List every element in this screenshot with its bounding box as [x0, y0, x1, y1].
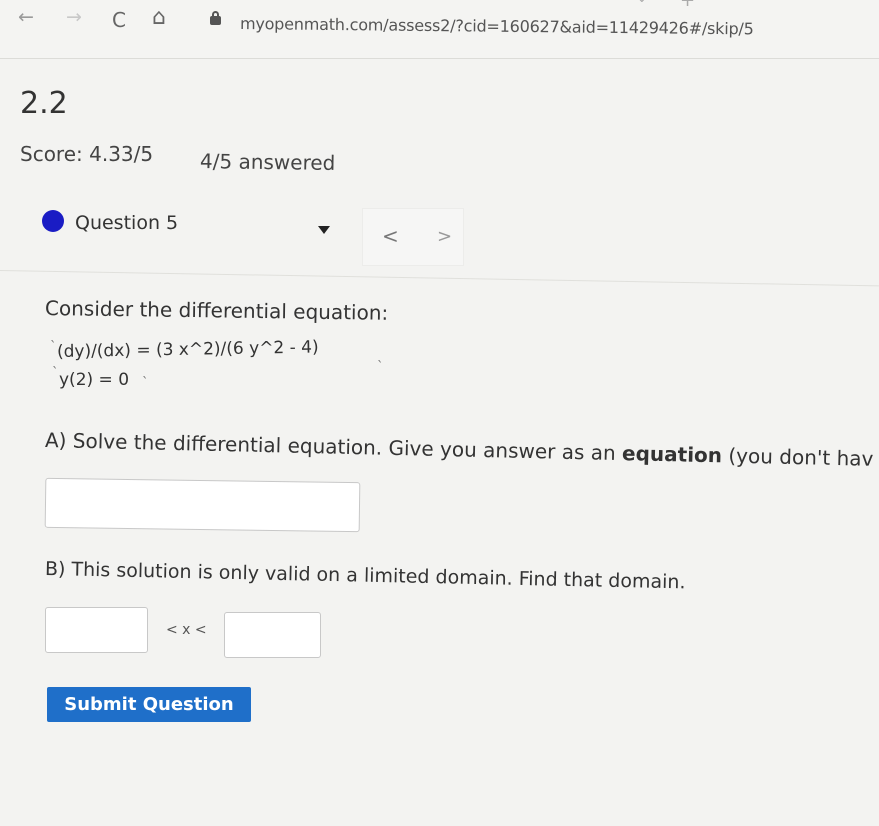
math-delimiter: ` — [377, 360, 384, 375]
question-selector[interactable]: Question 5 — [75, 212, 178, 234]
math-delimiter: ` — [50, 340, 57, 355]
back-icon[interactable]: ← — [18, 6, 34, 28]
next-question-button[interactable]: > — [437, 226, 452, 247]
initial-condition: y(2) = 0 — [59, 370, 130, 390]
new-tab-icon[interactable]: + — [680, 0, 695, 11]
menu-indicator-icon: ⌄ — [636, 0, 648, 6]
reload-icon[interactable]: C — [112, 8, 126, 32]
domain-separator: < x < — [166, 622, 207, 638]
question-status-icon — [42, 210, 64, 232]
part-a-emphasis: equation — [621, 441, 723, 468]
equation-answer-input[interactable] — [44, 477, 361, 533]
previous-question-button[interactable]: < — [382, 224, 399, 248]
domain-upper-input[interactable] — [224, 612, 321, 658]
part-b-instructions: B) This solution is only valid on a limi… — [44, 558, 686, 594]
domain-lower-input[interactable] — [45, 607, 148, 653]
forward-icon[interactable]: → — [66, 6, 82, 28]
dropdown-caret-icon[interactable] — [318, 226, 330, 234]
differential-equation: (dy)/(dx) = (3 x^2)/(6 y^2 - 4) — [56, 337, 319, 362]
answered-count: 4/5 answered — [199, 149, 336, 175]
home-icon[interactable]: ⌂ — [152, 5, 166, 30]
submit-question-button[interactable]: Submit Question — [47, 687, 251, 722]
question-prompt: Consider the differential equation: — [44, 296, 389, 325]
browser-toolbar: ← → C ⌂ myopenmath.com/assess2/?cid=1606… — [0, 0, 879, 59]
assessment-title: 2.2 — [20, 86, 68, 121]
address-bar[interactable]: myopenmath.com/assess2/?cid=160627&aid=1… — [240, 14, 754, 38]
divider — [0, 270, 879, 287]
math-delimiter: ` — [142, 376, 149, 391]
part-a-instructions: A) Solve the differential equation. Give… — [44, 428, 874, 471]
math-delimiter: ` — [52, 366, 59, 381]
score-text: Score: 4.33/5 — [20, 142, 154, 166]
lock-icon — [210, 11, 221, 25]
